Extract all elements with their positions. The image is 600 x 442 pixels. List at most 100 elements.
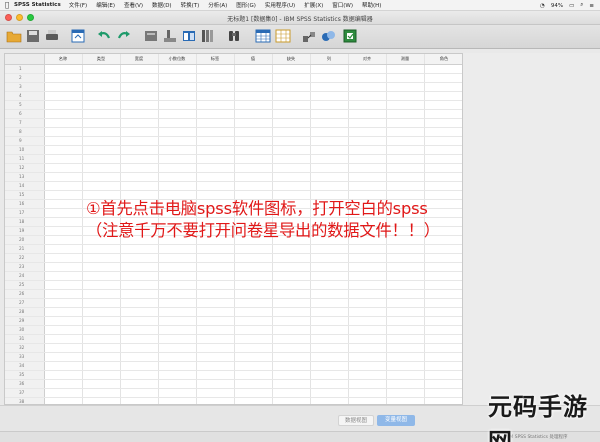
grid-cell[interactable] <box>158 397 197 404</box>
grid-cell[interactable] <box>348 379 387 389</box>
menu-extensions[interactable]: 扩展(X) <box>304 1 323 9</box>
grid-cell[interactable] <box>196 100 235 110</box>
grid-cell[interactable] <box>158 343 197 353</box>
grid-cell[interactable] <box>196 289 235 299</box>
grid-cell[interactable] <box>234 73 273 83</box>
undo-icon[interactable] <box>96 28 112 44</box>
grid-cell[interactable] <box>310 262 349 272</box>
grid-cell[interactable] <box>234 118 273 128</box>
grid-cell[interactable] <box>234 397 273 404</box>
grid-cell[interactable] <box>424 163 462 173</box>
menu-utilities[interactable]: 实用程序(U) <box>265 1 295 9</box>
row-number-cell[interactable]: 29 <box>5 316 45 326</box>
grid-cell[interactable] <box>234 361 273 371</box>
menu-edit[interactable]: 编辑(E) <box>96 1 115 9</box>
grid-cell[interactable] <box>82 316 121 326</box>
grid-cell[interactable] <box>234 136 273 146</box>
grid-cell[interactable] <box>120 352 159 362</box>
grid-cell[interactable] <box>310 127 349 137</box>
row-number-cell[interactable]: 28 <box>5 307 45 317</box>
grid-cell[interactable] <box>234 307 273 317</box>
grid-cell[interactable] <box>348 280 387 290</box>
grid-cell[interactable] <box>234 388 273 398</box>
grid-cell[interactable] <box>386 253 425 263</box>
row-number-cell[interactable]: 25 <box>5 280 45 290</box>
grid-cell[interactable] <box>424 136 462 146</box>
grid-cell[interactable] <box>272 298 311 308</box>
grid-cell[interactable] <box>44 199 83 209</box>
grid-cell[interactable] <box>44 262 83 272</box>
grid-cell[interactable] <box>386 379 425 389</box>
redo-icon[interactable] <box>116 28 132 44</box>
col-header-decimals[interactable]: 小数位数 <box>158 54 197 65</box>
grid-cell[interactable] <box>348 136 387 146</box>
grid-cell[interactable] <box>196 271 235 281</box>
grid-cell[interactable] <box>386 280 425 290</box>
grid-cell[interactable] <box>234 334 273 344</box>
grid-cell[interactable] <box>310 244 349 254</box>
col-header-type[interactable]: 类型 <box>82 54 121 65</box>
grid-cell[interactable] <box>196 127 235 137</box>
col-header-width[interactable]: 宽度 <box>120 54 159 65</box>
grid-cell[interactable] <box>44 235 83 245</box>
grid-cell[interactable] <box>386 127 425 137</box>
grid-cell[interactable] <box>386 64 425 74</box>
grid-cell[interactable] <box>196 307 235 317</box>
grid-cell[interactable] <box>82 181 121 191</box>
insert-cases-icon[interactable] <box>255 28 271 44</box>
print-icon[interactable] <box>44 28 60 44</box>
grid-cell[interactable] <box>196 397 235 404</box>
grid-cell[interactable] <box>272 136 311 146</box>
grid-cell[interactable] <box>44 82 83 92</box>
grid-cell[interactable] <box>44 217 83 227</box>
grid-cell[interactable] <box>424 73 462 83</box>
grid-cell[interactable] <box>158 73 197 83</box>
grid-cell[interactable] <box>424 352 462 362</box>
split-file-icon[interactable] <box>301 28 317 44</box>
row-number-cell[interactable]: 8 <box>5 127 45 137</box>
grid-cell[interactable] <box>158 100 197 110</box>
grid-cell[interactable] <box>310 181 349 191</box>
grid-cell[interactable] <box>272 370 311 380</box>
row-number-cell[interactable]: 14 <box>5 181 45 191</box>
grid-cell[interactable] <box>272 127 311 137</box>
grid-cell[interactable] <box>386 145 425 155</box>
menu-data[interactable]: 数据(D) <box>152 1 172 9</box>
grid-cell[interactable] <box>82 118 121 128</box>
grid-cell[interactable] <box>386 109 425 119</box>
grid-cell[interactable] <box>348 100 387 110</box>
grid-cell[interactable] <box>196 370 235 380</box>
grid-cell[interactable] <box>386 397 425 404</box>
grid-cell[interactable] <box>82 343 121 353</box>
grid-cell[interactable] <box>44 172 83 182</box>
grid-cell[interactable] <box>196 82 235 92</box>
grid-cell[interactable] <box>44 325 83 335</box>
grid-cell[interactable] <box>272 73 311 83</box>
grid-cell[interactable] <box>272 100 311 110</box>
grid-cell[interactable] <box>310 73 349 83</box>
grid-cell[interactable] <box>234 271 273 281</box>
grid-cell[interactable] <box>348 361 387 371</box>
grid-cell[interactable] <box>82 271 121 281</box>
wifi-icon[interactable]: ◔ <box>540 3 545 9</box>
grid-cell[interactable] <box>120 136 159 146</box>
grid-cell[interactable] <box>234 91 273 101</box>
grid-cell[interactable] <box>272 361 311 371</box>
grid-cell[interactable] <box>158 64 197 74</box>
grid-cell[interactable] <box>196 280 235 290</box>
grid-cell[interactable] <box>310 307 349 317</box>
grid-cell[interactable] <box>234 145 273 155</box>
grid-cell[interactable] <box>44 334 83 344</box>
notification-icon[interactable]: ≡ <box>589 3 594 9</box>
menu-analyze[interactable]: 分析(A) <box>208 1 227 9</box>
grid-cell[interactable] <box>386 370 425 380</box>
grid-cell[interactable] <box>196 91 235 101</box>
grid-cell[interactable] <box>424 64 462 74</box>
grid-cell[interactable] <box>196 361 235 371</box>
grid-cell[interactable] <box>158 370 197 380</box>
grid-cell[interactable] <box>196 253 235 263</box>
grid-cell[interactable] <box>310 370 349 380</box>
grid-cell[interactable] <box>44 163 83 173</box>
grid-cell[interactable] <box>348 325 387 335</box>
grid-cell[interactable] <box>386 262 425 272</box>
